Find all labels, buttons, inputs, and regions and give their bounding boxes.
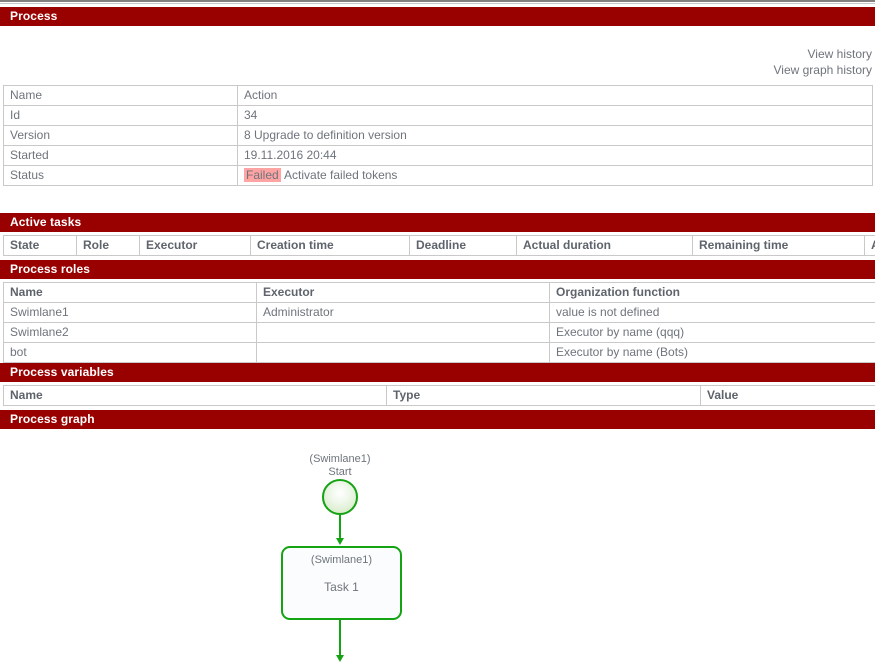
top-rule-secondary bbox=[0, 3, 875, 4]
process-roles-table: Name Executor Organization function Swim… bbox=[3, 282, 875, 363]
column-header-role[interactable]: Role bbox=[77, 236, 140, 256]
table-row: Version 8 Upgrade to definition version bbox=[4, 126, 873, 146]
transition-arrow-head-task1-next bbox=[336, 655, 344, 662]
column-header-name[interactable]: Name bbox=[4, 386, 387, 406]
section-header-process-roles: Process roles bbox=[0, 260, 875, 279]
table-row: Swimlane2 Executor by name (qqq) bbox=[4, 323, 875, 343]
status-label: Status bbox=[4, 166, 238, 186]
task-node-task-1[interactable]: (Swimlane1) Task 1 bbox=[281, 546, 402, 620]
process-info-value: Action bbox=[238, 86, 873, 106]
section-header-process: Process bbox=[0, 7, 875, 26]
column-header-org-fn[interactable]: Organization function bbox=[550, 283, 875, 303]
column-header-name[interactable]: Name bbox=[4, 283, 257, 303]
task-node-name-label: Task 1 bbox=[283, 580, 400, 594]
transition-arrow-line-start-task1 bbox=[339, 515, 341, 539]
section-header-process-roles-label: Process roles bbox=[0, 260, 875, 279]
role-executor bbox=[257, 343, 550, 363]
table-header-row: Name Executor Organization function bbox=[4, 283, 875, 303]
column-header-executor[interactable]: Executor bbox=[257, 283, 550, 303]
top-rule bbox=[0, 0, 875, 2]
status-badge: Failed bbox=[244, 168, 281, 182]
table-row: Started 19.11.2016 20:44 bbox=[4, 146, 873, 166]
table-row: bot Executor by name (Bots) bbox=[4, 343, 875, 363]
table-row-status: Status Failed Activate failed tokens bbox=[4, 166, 873, 186]
start-node-name-label: Start bbox=[280, 466, 400, 479]
table-row: Swimlane1 Administrator value is not def… bbox=[4, 303, 875, 323]
role-executor: Administrator bbox=[257, 303, 550, 323]
column-header-remaining-time[interactable]: Remaining time bbox=[693, 236, 865, 256]
section-header-process-variables: Process variables bbox=[0, 363, 875, 382]
column-header-creation-time[interactable]: Creation time bbox=[251, 236, 410, 256]
process-info-label: Started bbox=[4, 146, 238, 166]
section-header-active-tasks: Active tasks bbox=[0, 213, 875, 232]
process-info-value: 34 bbox=[238, 106, 873, 126]
table-row: Id 34 bbox=[4, 106, 873, 126]
active-tasks-table: State Role Executor Creation time Deadli… bbox=[3, 235, 875, 256]
column-header-actual-duration[interactable]: Actual duration bbox=[517, 236, 693, 256]
role-org-fn: value is not defined bbox=[550, 303, 875, 323]
column-header-executor[interactable]: Executor bbox=[140, 236, 251, 256]
transition-arrow-line-task1-next bbox=[339, 620, 341, 658]
table-row: Name Action bbox=[4, 86, 873, 106]
section-header-process-label: Process bbox=[0, 7, 875, 26]
section-header-process-graph-label: Process graph bbox=[0, 410, 875, 429]
process-info-label: Id bbox=[4, 106, 238, 126]
process-info-value: 19.11.2016 20:44 bbox=[238, 146, 873, 166]
process-variables-table: Name Type Value bbox=[3, 385, 875, 406]
table-header-row: State Role Executor Creation time Deadli… bbox=[4, 236, 875, 256]
transition-arrow-head-start-task1 bbox=[336, 538, 344, 545]
column-header-action[interactable]: A bbox=[865, 236, 875, 256]
role-org-fn: Executor by name (Bots) bbox=[550, 343, 875, 363]
start-node[interactable] bbox=[322, 479, 358, 515]
process-info-value: 8 Upgrade to definition version bbox=[238, 126, 873, 146]
table-header-row: Name Type Value bbox=[4, 386, 875, 406]
view-graph-history-link[interactable]: View graph history bbox=[774, 62, 873, 78]
process-info-label: Name bbox=[4, 86, 238, 106]
section-header-process-graph: Process graph bbox=[0, 410, 875, 429]
process-info-table: Name Action Id 34 Version 8 Upgrade to d… bbox=[3, 85, 873, 186]
status-cell: Failed Activate failed tokens bbox=[238, 166, 873, 186]
view-history-link[interactable]: View history bbox=[774, 46, 873, 62]
column-header-deadline[interactable]: Deadline bbox=[410, 236, 517, 256]
process-info-label: Version bbox=[4, 126, 238, 146]
role-name: Swimlane2 bbox=[4, 323, 257, 343]
column-header-value[interactable]: Value bbox=[701, 386, 875, 406]
column-header-state[interactable]: State bbox=[4, 236, 77, 256]
role-org-fn: Executor by name (qqq) bbox=[550, 323, 875, 343]
role-executor bbox=[257, 323, 550, 343]
start-node-swimlane-label: (Swimlane1) bbox=[280, 453, 400, 466]
status-text: Activate failed tokens bbox=[284, 168, 397, 182]
section-header-process-variables-label: Process variables bbox=[0, 363, 875, 382]
section-header-active-tasks-label: Active tasks bbox=[0, 213, 875, 232]
role-name: bot bbox=[4, 343, 257, 363]
role-name: Swimlane1 bbox=[4, 303, 257, 323]
task-node-swimlane-label: (Swimlane1) bbox=[283, 554, 400, 566]
column-header-type[interactable]: Type bbox=[387, 386, 701, 406]
history-links: View history View graph history bbox=[774, 46, 873, 78]
